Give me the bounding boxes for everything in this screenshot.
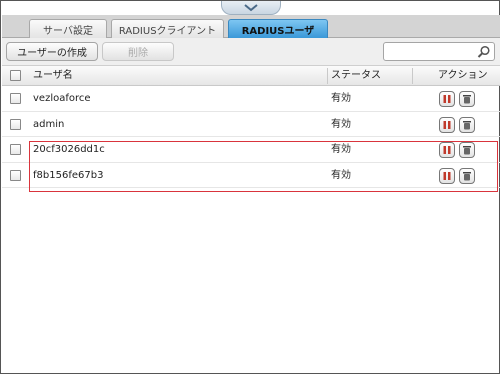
status-cell: 有効 [331, 144, 351, 155]
row-checkbox[interactable] [10, 144, 21, 155]
tab-radius-client[interactable]: RADIUSクライアント [111, 19, 224, 38]
tab-server-settings[interactable]: サーバ設定 [29, 19, 107, 38]
delete-user-button[interactable] [459, 116, 475, 133]
pause-icon [443, 146, 451, 154]
tab-bar: サーバ設定 RADIUSクライアント RADIUSユーザ [2, 15, 500, 38]
row-checkbox[interactable] [10, 93, 21, 104]
search-input[interactable] [384, 43, 476, 60]
column-divider[interactable] [327, 68, 328, 84]
username-cell: f8b156fe67b3 [33, 169, 104, 181]
header-username[interactable]: ユーザ名 [33, 66, 73, 86]
column-divider[interactable] [412, 68, 413, 84]
pause-icon [443, 95, 451, 103]
search-box [383, 42, 495, 61]
delete-user-button[interactable] [459, 91, 475, 107]
pause-icon [443, 171, 451, 180]
row-checkbox[interactable] [10, 118, 21, 130]
user-table: ユーザ名 ステータス アクション vezloaforce 有効 admin 有効 [2, 66, 500, 188]
header-status[interactable]: ステータス [331, 66, 381, 86]
table-row[interactable]: 20cf3026dd1c 有効 [2, 137, 500, 163]
pause-icon [443, 120, 451, 129]
disable-user-button[interactable] [439, 167, 455, 184]
status-cell: 有効 [331, 169, 351, 181]
tab-radius-user[interactable]: RADIUSユーザ [228, 19, 328, 38]
trash-icon [463, 171, 471, 180]
disable-user-button[interactable] [439, 91, 455, 107]
disable-user-button[interactable] [439, 142, 455, 158]
username-cell: 20cf3026dd1c [33, 144, 105, 155]
username-cell: admin [33, 118, 65, 130]
delete-user-button[interactable] [459, 167, 475, 184]
delete-user-button[interactable] [459, 142, 475, 158]
delete-button[interactable]: 削除 [102, 42, 174, 61]
status-cell: 有効 [331, 118, 351, 130]
row-checkbox[interactable] [10, 169, 21, 181]
table-header: ユーザ名 ステータス アクション [2, 66, 500, 86]
radius-user-panel: サーバ設定 RADIUSクライアント RADIUSユーザ ユーザーの作成 削除 … [0, 0, 500, 374]
toolbar: ユーザーの作成 削除 [2, 38, 500, 66]
create-user-button[interactable]: ユーザーの作成 [6, 42, 98, 61]
username-cell: vezloaforce [33, 93, 91, 104]
collapse-handle[interactable] [221, 1, 281, 15]
trash-icon [463, 146, 471, 155]
select-all-checkbox[interactable] [10, 70, 21, 81]
search-icon[interactable] [477, 45, 491, 59]
chevron-down-icon [244, 3, 258, 11]
table-row[interactable]: vezloaforce 有効 [2, 86, 500, 112]
table-row[interactable]: admin 有効 [2, 112, 500, 137]
trash-icon [463, 95, 471, 104]
table-row[interactable]: f8b156fe67b3 有効 [2, 163, 500, 188]
header-action: アクション [438, 70, 488, 81]
status-cell: 有効 [331, 93, 351, 104]
trash-icon [463, 120, 471, 129]
disable-user-button[interactable] [439, 116, 455, 133]
